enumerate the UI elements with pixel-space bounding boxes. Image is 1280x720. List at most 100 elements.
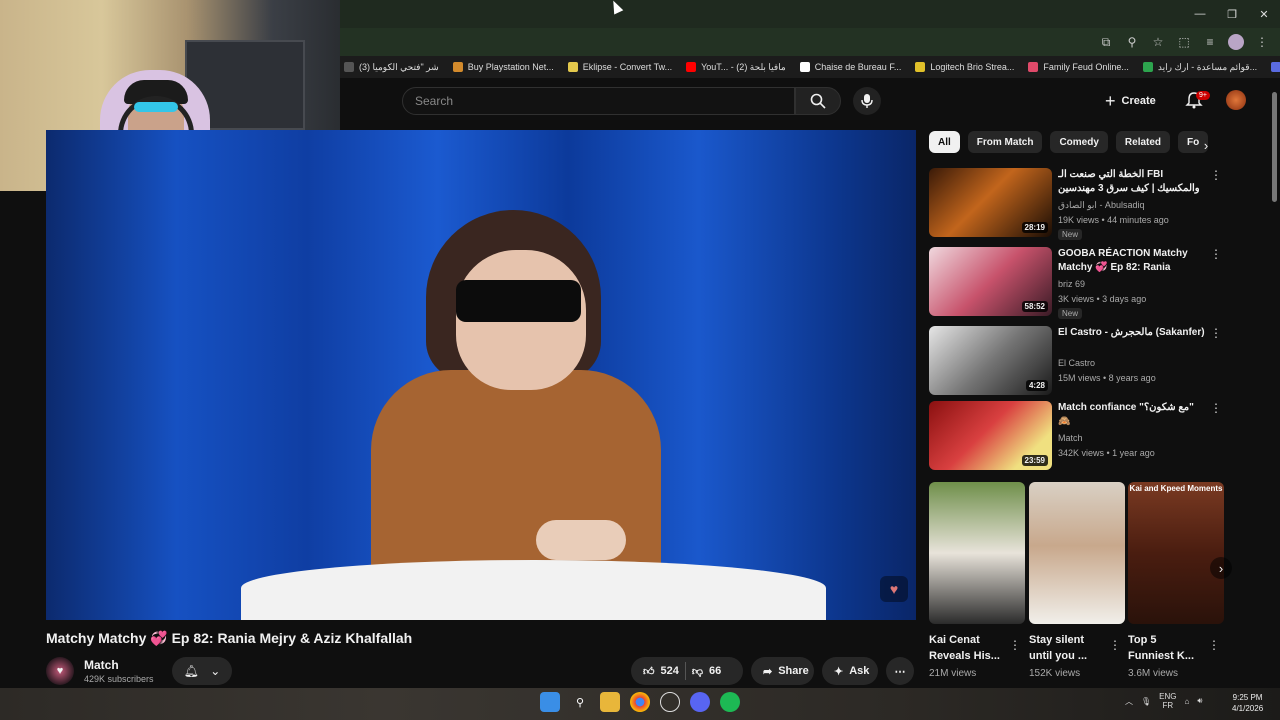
- clock-date: 4/1/2026: [1232, 704, 1264, 713]
- scrollbar-thumb[interactable]: [1272, 92, 1277, 202]
- bookmark-label: Buy Playstation Net...: [467, 62, 554, 72]
- video-thumbnail[interactable]: 23:59: [929, 401, 1052, 470]
- channel-avatar[interactable]: ♥: [46, 657, 74, 685]
- video-thumbnail[interactable]: 28:19: [929, 168, 1052, 237]
- bookmark-item[interactable]: Buy Playstation Net...: [452, 62, 554, 72]
- related-video-meta: 3K views • 3 days ago: [1058, 294, 1147, 304]
- bookmark-item[interactable]: Logitech Brio Strea...: [915, 62, 1014, 72]
- bookmark-item[interactable]: YouT... - مافيا بلحة (2): [686, 62, 786, 73]
- related-video-item[interactable]: 58:52 GOOBA RÉACTION Matchy Matchy 💞 Ep 8…: [929, 247, 1224, 319]
- related-channel-name[interactable]: ابو الصادق - Abulsadiq: [1058, 200, 1144, 211]
- network-icon[interactable]: ⌂: [1185, 697, 1190, 706]
- language-indicator[interactable]: ENG FR: [1159, 692, 1176, 710]
- duration-badge: 58:52: [1021, 301, 1048, 312]
- related-video-title[interactable]: El Castro - مالحجرش (Sakanfer): [1058, 326, 1206, 340]
- like-dislike-group: 👍︎ 524 👎︎ 66: [631, 657, 743, 685]
- more-icon[interactable]: ⋮: [1210, 247, 1222, 261]
- short-thumbnail[interactable]: [1029, 482, 1125, 624]
- bookmark-item[interactable]: Family Feud Online...: [1028, 62, 1129, 72]
- bookmark-item[interactable]: ARC Raiders Event T...: [1271, 62, 1280, 72]
- menu-icon[interactable]: ⋮: [1254, 34, 1270, 50]
- zoom-icon[interactable]: ⚲: [1124, 34, 1140, 50]
- search-input[interactable]: Search: [402, 87, 795, 115]
- tray-chevron-up-icon[interactable]: ︿: [1125, 696, 1133, 707]
- address-bar-icons: ⧉ ⚲ ☆ ⬚ ≡ ⋮: [1098, 34, 1270, 50]
- filter-chip[interactable]: Related: [1115, 131, 1171, 153]
- related-video-item[interactable]: 4:28 El Castro - مالحجرش (Sakanfer) El Cas…: [929, 326, 1224, 396]
- new-badge: New: [1058, 229, 1083, 240]
- bookmark-item[interactable]: شر "فتحي الكوميا (3): [344, 62, 439, 73]
- filter-chip[interactable]: From Match: [967, 131, 1043, 153]
- video-thumbnail[interactable]: 58:52: [929, 247, 1052, 316]
- filter-chip[interactable]: All: [929, 131, 960, 153]
- install-icon[interactable]: ⧉: [1098, 34, 1114, 50]
- bookmark-favicon-icon: [799, 62, 810, 72]
- chevron-right-icon[interactable]: ›: [1196, 135, 1216, 155]
- taskbar-apps: ⚲: [540, 692, 740, 712]
- minimize-button[interactable]: —: [1184, 0, 1216, 28]
- more-icon[interactable]: ⋮: [1009, 638, 1021, 652]
- discord-icon[interactable]: [690, 692, 710, 712]
- mic-tray-icon[interactable]: 🎙︎: [1141, 697, 1151, 706]
- bell-icon: 🔔︎: [183, 664, 199, 678]
- related-video-item[interactable]: 28:19 الخطة التي صنعت الـ FBI والمكسيك | …: [929, 168, 1224, 240]
- shorts-next-icon[interactable]: ›: [1210, 557, 1232, 579]
- bookmark-item[interactable]: Eklipse - Convert Tw...: [567, 62, 672, 72]
- media-icon[interactable]: ≡: [1202, 34, 1218, 50]
- video-thumbnail[interactable]: 4:28: [929, 326, 1052, 395]
- dislike-count[interactable]: 66: [709, 665, 721, 677]
- short-thumbnail[interactable]: Kai and Kpeed Moments: [1128, 482, 1224, 624]
- bookmark-item[interactable]: Chaise de Bureau F...: [799, 62, 901, 72]
- extensions-icon[interactable]: ⬚: [1176, 34, 1192, 50]
- more-icon[interactable]: ⋮: [1109, 638, 1121, 652]
- related-video-title[interactable]: Match confiance "مع شكون؟" 🙈: [1058, 401, 1206, 429]
- filter-chip[interactable]: Comedy: [1050, 131, 1108, 153]
- short-title[interactable]: Kai Cenat Reveals His...: [929, 632, 1001, 664]
- star-icon[interactable]: ☆: [1150, 34, 1166, 50]
- related-channel-name[interactable]: El Castro: [1058, 358, 1095, 368]
- related-video-meta: 19K views • 44 minutes ago: [1058, 215, 1169, 225]
- short-thumbnail[interactable]: [929, 482, 1025, 624]
- create-button[interactable]: + Create: [1105, 89, 1173, 113]
- bookmark-item[interactable]: قوائم مساعدة - ارك رايد...: [1142, 62, 1257, 73]
- windows-start-icon[interactable]: [540, 692, 560, 712]
- account-avatar[interactable]: [1226, 90, 1246, 110]
- dislike-icon[interactable]: 👎︎: [692, 665, 703, 678]
- related-video-title[interactable]: GOOBA RÉACTION Matchy Matchy 💞 Ep 82: Ra…: [1058, 247, 1206, 275]
- restore-button[interactable]: ❐: [1216, 0, 1248, 28]
- related-channel-name[interactable]: briz 69: [1058, 279, 1085, 289]
- more-actions-button[interactable]: ⋯: [886, 657, 914, 685]
- search-taskbar-icon[interactable]: ⚲: [570, 692, 590, 712]
- related-channel-name[interactable]: Match: [1058, 433, 1083, 443]
- profile-avatar[interactable]: [1228, 34, 1244, 50]
- related-video-meta: 15M views • 8 years ago: [1058, 373, 1156, 383]
- volume-icon[interactable]: 🔊︎: [1197, 696, 1202, 706]
- spotify-icon[interactable]: [720, 692, 740, 712]
- related-video-title[interactable]: الخطة التي صنعت الـ FBI والمكسيك | كيف س…: [1058, 168, 1206, 196]
- short-title[interactable]: Stay silent until you ...: [1029, 632, 1101, 664]
- like-count[interactable]: 524: [661, 665, 679, 677]
- bookmark-label: Logitech Brio Strea...: [930, 62, 1015, 72]
- obs-icon[interactable]: [660, 692, 680, 712]
- channel-name[interactable]: Match: [84, 658, 119, 672]
- short-overlay-text: Kai and Kpeed Moments: [1129, 484, 1223, 493]
- ask-button[interactable]: ✦ Ask: [822, 657, 878, 685]
- clock[interactable]: 9:25 PM 4/1/2026: [1232, 692, 1263, 714]
- channel-watermark-icon[interactable]: ♥: [880, 576, 908, 602]
- more-icon[interactable]: ⋮: [1210, 326, 1222, 340]
- more-icon[interactable]: ⋮: [1210, 401, 1222, 415]
- like-icon[interactable]: 👍︎: [643, 665, 655, 678]
- voice-search-button[interactable]: [853, 87, 881, 115]
- close-button[interactable]: ✕: [1248, 0, 1280, 28]
- share-button[interactable]: ➦ Share: [751, 657, 814, 685]
- subscription-bell-button[interactable]: 🔔︎ ⌄: [172, 657, 232, 685]
- chrome-icon[interactable]: [630, 692, 650, 712]
- lang-label: ENG: [1159, 692, 1177, 701]
- related-video-item[interactable]: 23:59 Match confiance "مع شكون؟" 🙈 Match 34…: [929, 401, 1224, 471]
- short-title[interactable]: Top 5 Funniest K...: [1128, 632, 1200, 664]
- search-button[interactable]: [795, 87, 841, 115]
- video-player[interactable]: [46, 130, 916, 620]
- more-icon[interactable]: ⋮: [1208, 638, 1220, 652]
- file-explorer-icon[interactable]: [600, 692, 620, 712]
- more-icon[interactable]: ⋮: [1210, 168, 1222, 182]
